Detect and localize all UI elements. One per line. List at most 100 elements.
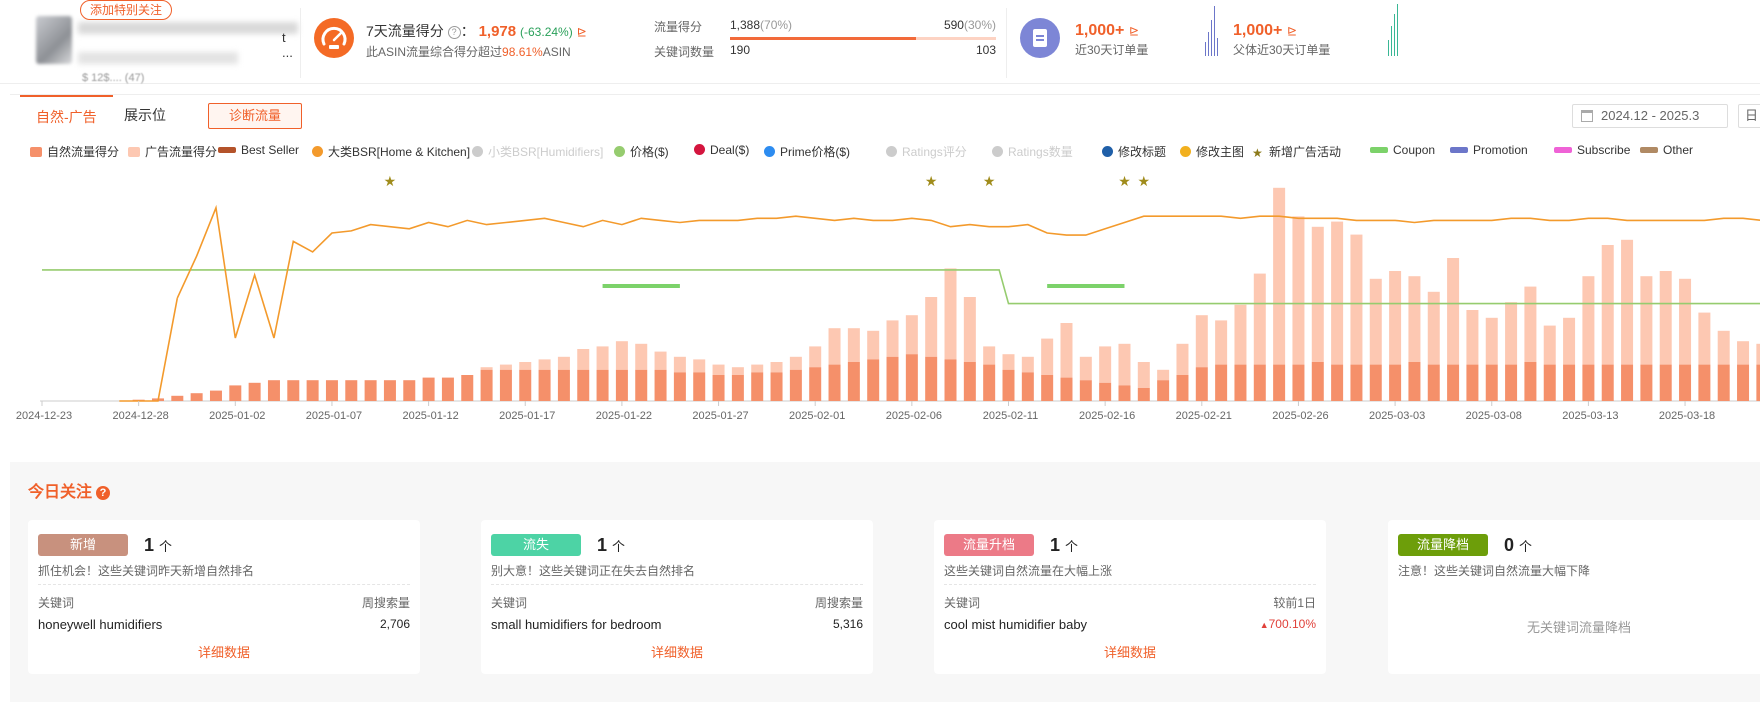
legend-item[interactable]: Promotion (1450, 143, 1528, 157)
ad-score-bar (1311, 226, 1324, 362)
divider (38, 584, 410, 585)
help-icon[interactable]: ? (447, 26, 461, 39)
legend-item[interactable]: 修改标题 (1102, 143, 1166, 160)
legend-item[interactable]: 广告流量得分 (128, 143, 217, 160)
rising-count: 1 个 (1050, 535, 1078, 556)
help-icon[interactable]: ? (96, 486, 111, 500)
legend-label: Other (1663, 143, 1694, 157)
new-ad-campaign-star-icon: ★ (983, 174, 996, 190)
tab-organic-ad[interactable]: 自然-广告 (20, 95, 113, 135)
organic-score-bar (1311, 362, 1324, 401)
card-rising-keywords: 流量升档 1 个 这些关键词自然流量在大幅上涨 关键词 较前1日 cool mi… (934, 520, 1326, 674)
ad-score-bar (1176, 343, 1189, 375)
x-tick-label: 2024-12-23 (16, 410, 72, 422)
detail-link[interactable]: 详细数据 (481, 642, 873, 661)
organic-score-bar (325, 380, 338, 401)
organic-score-bar (751, 372, 764, 401)
organic-score-bar (1524, 362, 1537, 401)
column-change-header: 较前1日 (1273, 596, 1316, 610)
organic-score-bar (1369, 364, 1382, 401)
legend-item[interactable]: Other (1640, 143, 1693, 157)
ad-score-bar (1717, 330, 1730, 365)
organic-score-bar (886, 356, 899, 401)
tab-placement[interactable]: 展示位 (108, 95, 182, 135)
organic-score-bar (519, 369, 532, 401)
legend-item[interactable]: 小类BSR[Humidifiers] (472, 143, 603, 160)
organic-score-bar (1195, 367, 1208, 401)
diagnose-traffic-button[interactable]: 诊断流量 (208, 103, 303, 129)
organic-score-bar (1737, 364, 1750, 401)
legend-item[interactable]: 自然流量得分 (30, 143, 119, 160)
count-value: 0 (1504, 535, 1515, 555)
legend-item[interactable]: Prime价格($) (764, 143, 850, 160)
orders-30d-number: 1,000+ (1075, 22, 1125, 39)
legend-item[interactable]: Subscribe (1554, 143, 1630, 157)
legend-item[interactable]: ★ 新增广告活动 (1252, 143, 1341, 160)
ad-score-bar (1195, 315, 1208, 368)
calendar-icon (1581, 110, 1593, 122)
ad-score-bar (635, 343, 648, 370)
product-title-blurred (78, 22, 298, 34)
add-follow-button[interactable]: 添加特别关注 (80, 0, 173, 20)
organic-score-bar (1582, 364, 1595, 401)
ad-score-bar (925, 297, 938, 357)
legend-label: Best Seller (241, 143, 300, 157)
traffic-score-label: 7天流量得分 (366, 23, 444, 39)
organic-score-pct: (70%) (760, 18, 793, 32)
organic-score-bar (1717, 364, 1730, 401)
organic-score-bar (1621, 364, 1634, 401)
traffic-chart-panel: 自然-广告 展示位 诊断流量 2024.12 - 2025.3 日 自然流量得分… (10, 94, 1760, 450)
legend-item[interactable]: 价格($) (614, 143, 669, 160)
keyword-text[interactable]: cool mist humidifier baby (944, 617, 1087, 632)
legend-item[interactable]: Deal($) (694, 143, 749, 157)
keyword-text[interactable]: small humidifiers for bedroom (491, 617, 662, 632)
traffic-chart[interactable]: ★ ★ ★ ★ ★ 2024-12-23 2024-12-28 2025-01-02 2025-… (10, 161, 1760, 451)
product-image[interactable] (36, 16, 72, 64)
organic-score-bar (1021, 372, 1034, 401)
legend-swatch (694, 144, 705, 155)
ad-score-bar (1369, 278, 1382, 365)
note-prefix: 此ASIN流量综合得分超过 (366, 45, 503, 59)
flow-keyword-label: 关键词数量 (654, 45, 715, 59)
organic-score-bar (789, 369, 802, 401)
flow-score-label: 流量得分 (654, 20, 703, 34)
card-lost-keywords: 流失 1 个 别大意！这些关键词正在失去自然排名 关键词 周搜索量 small … (481, 520, 873, 674)
organic-score-bar (1234, 364, 1247, 401)
detail-link[interactable]: 详细数据 (934, 642, 1326, 661)
organic-score-bar (1041, 375, 1054, 401)
legend-item[interactable]: Coupon (1370, 143, 1435, 157)
product-subtitle-blurred (78, 52, 238, 64)
coupon-marker (602, 284, 680, 288)
organic-score-bar (1466, 364, 1479, 401)
traffic-score-value: 1,978 (478, 23, 517, 40)
x-tick-label: 2025-03-08 (1466, 410, 1522, 422)
keyword-text[interactable]: honeywell humidifiers (38, 617, 162, 632)
ad-score-bar (1389, 271, 1402, 365)
trend-icon: ⊵ (1128, 24, 1139, 38)
legend-item[interactable]: Ratings评分 (886, 143, 967, 160)
legend-label: 大类BSR[Home & Kitchen] (328, 145, 471, 159)
ad-score-bar (654, 351, 667, 370)
ad-score-bar (1543, 325, 1556, 365)
detail-link[interactable]: 详细数据 (28, 642, 420, 661)
organic-score-bar (1427, 364, 1440, 401)
legend-item[interactable]: 大类BSR[Home & Kitchen] (312, 143, 470, 160)
organic-score-bar (1215, 364, 1228, 401)
date-range-picker[interactable]: 2024.12 - 2025.3 (1572, 104, 1728, 128)
legend-label: Ratings数量 (1008, 145, 1073, 159)
legend-item[interactable]: Ratings数量 (992, 143, 1073, 160)
granularity-day-button[interactable]: 日 (1738, 104, 1760, 128)
legend-item[interactable]: 修改主图 (1180, 143, 1244, 160)
new-ad-campaign-star-icon: ★ (1138, 174, 1151, 190)
legend-item[interactable]: Best Seller (218, 143, 299, 157)
date-range-text: 2024.12 - 2025.3 (1601, 108, 1700, 123)
card-description: 注意！这些关键词自然流量大幅下降 (1398, 564, 1591, 578)
organic-score-bar (1137, 388, 1150, 401)
ad-score-bar (480, 367, 493, 370)
organic-score-bar (693, 372, 706, 401)
ad-score-bar (577, 349, 590, 370)
organic-score-bar (867, 359, 880, 401)
count-unit: 个 (612, 539, 626, 554)
organic-score-bar (809, 367, 822, 401)
organic-score-bar (1253, 364, 1266, 401)
